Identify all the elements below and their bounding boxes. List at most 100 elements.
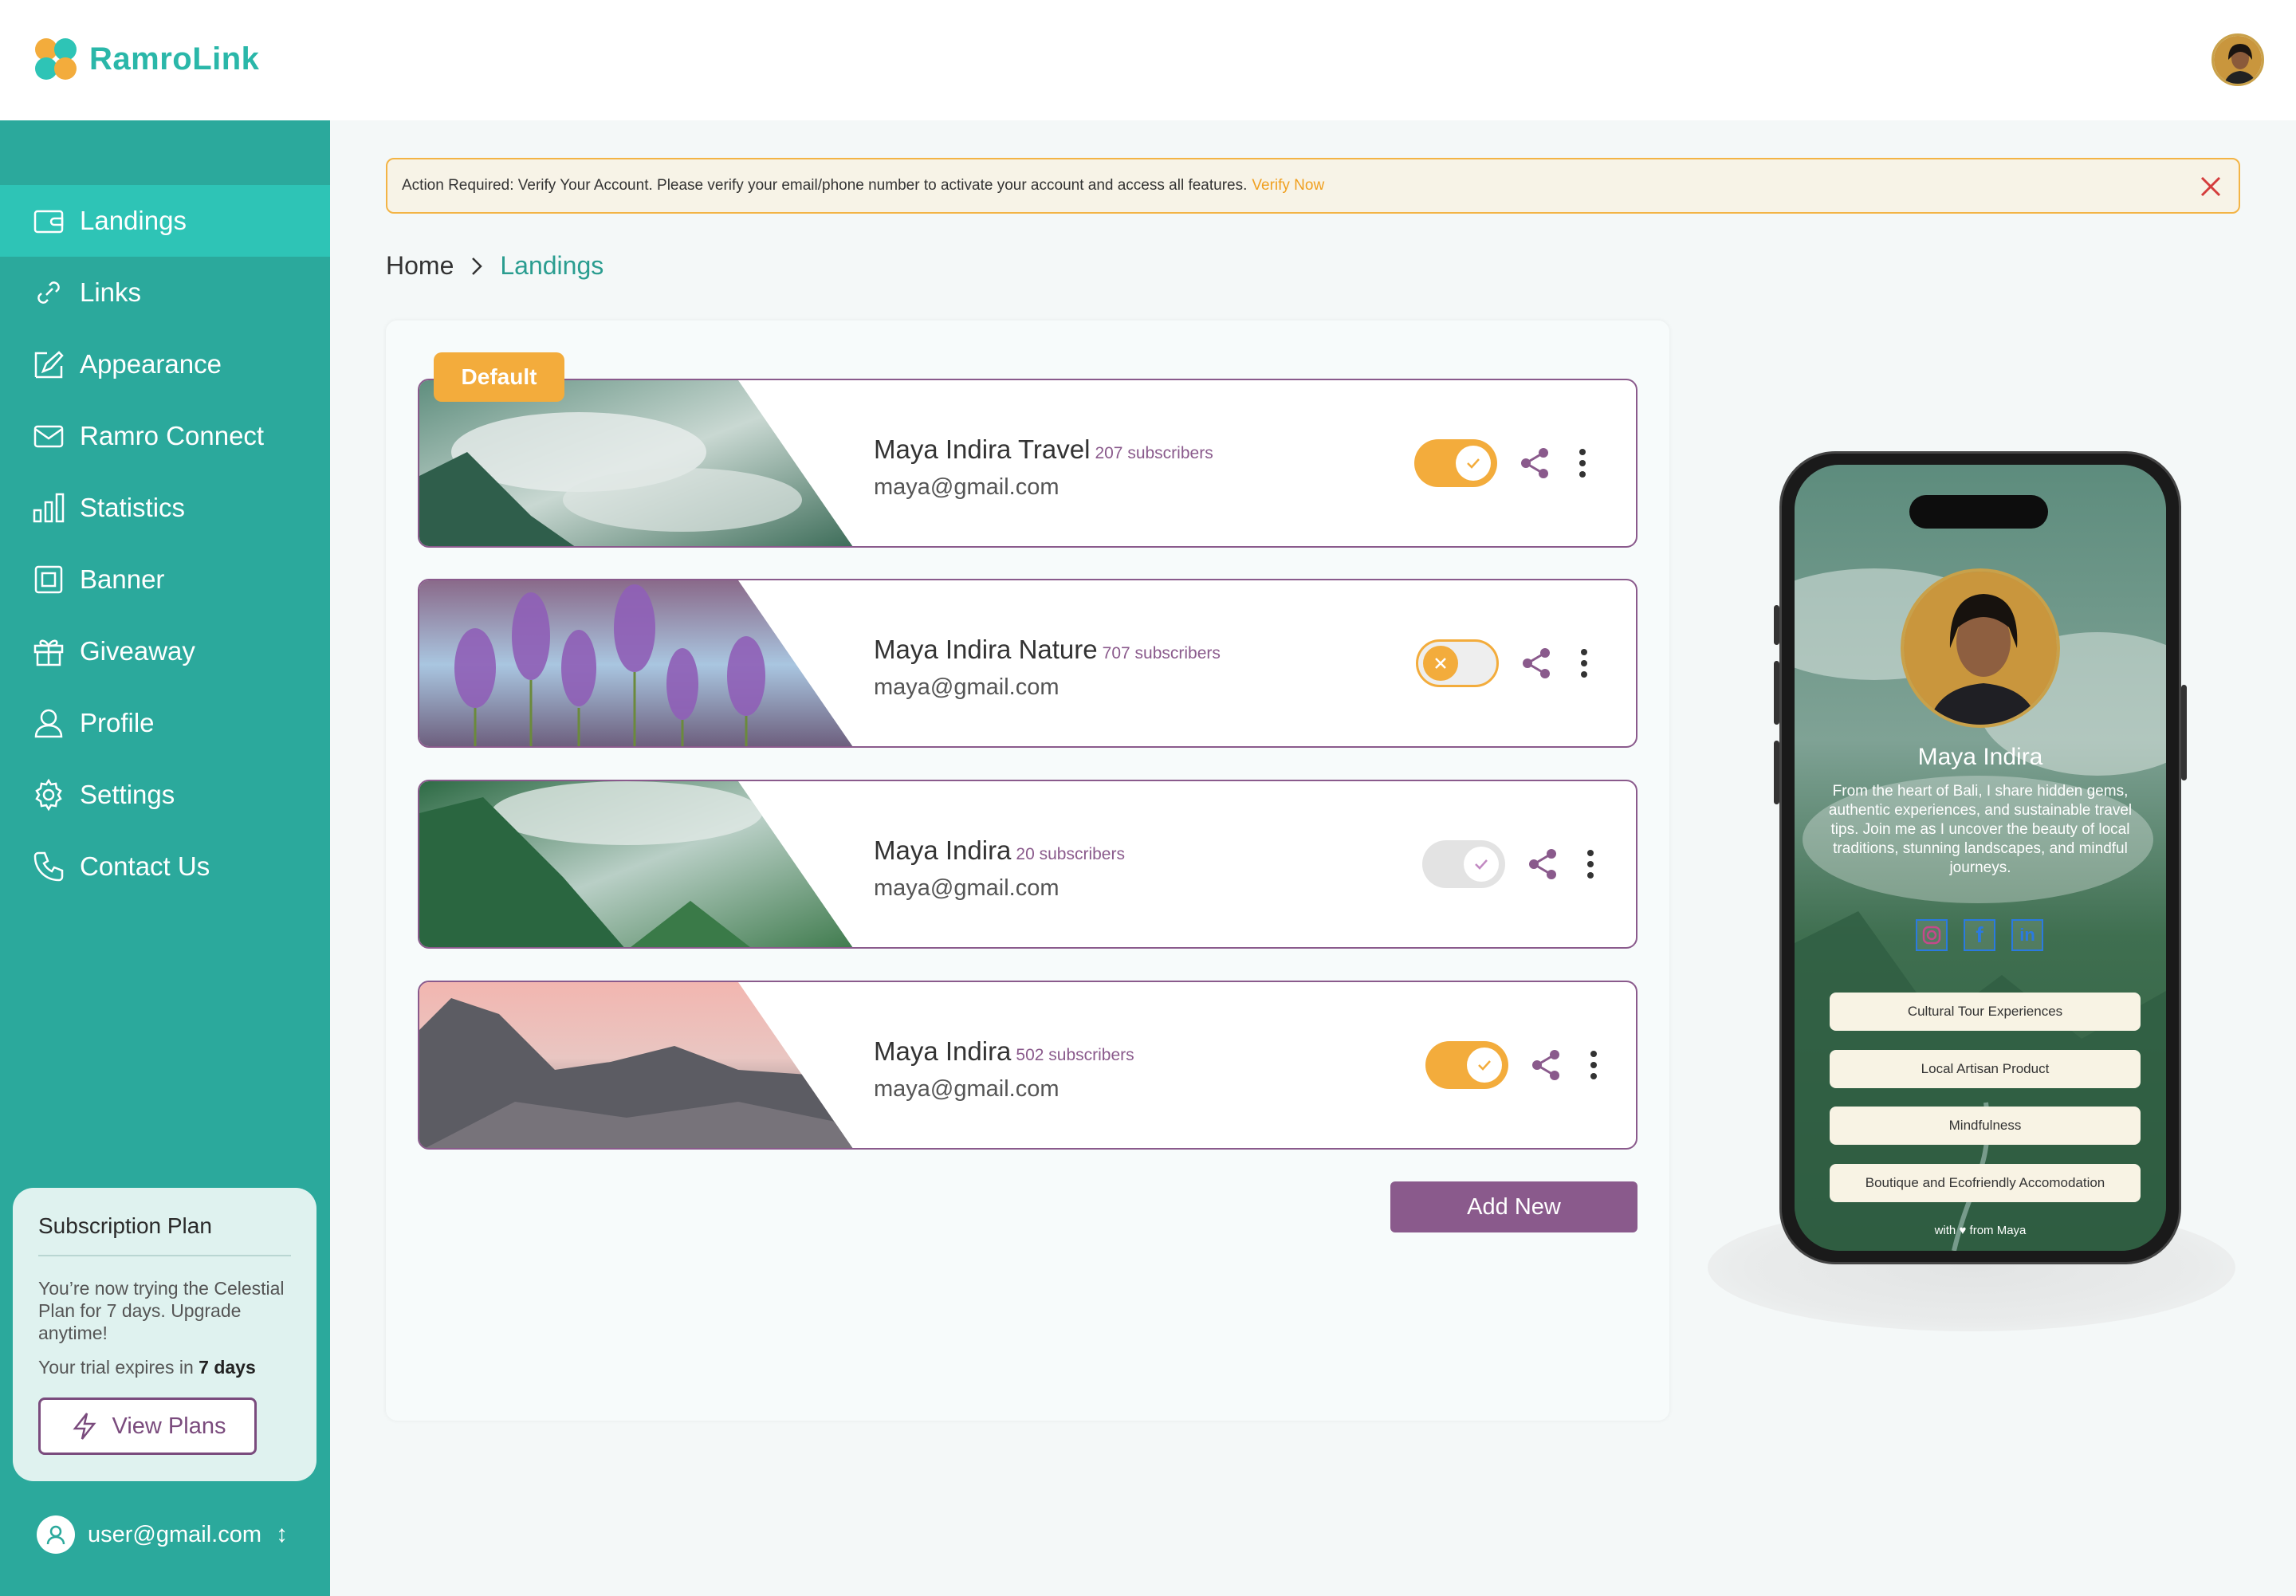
subscriber-count: 707 subscribers	[1102, 644, 1221, 662]
phone-preview: Maya Indira From the heart of Bali, I sh…	[1774, 451, 2187, 1264]
footer-text-left: with	[1934, 1224, 1956, 1237]
landing-title: Maya Indira	[874, 1036, 1012, 1066]
sidebar-item-label: Profile	[80, 708, 155, 737]
sidebar-item-links[interactable]: Links	[0, 257, 330, 328]
sidebar-item-ramro-connect[interactable]: Ramro Connect	[0, 400, 330, 472]
sidebar-item-giveaway[interactable]: Giveaway	[0, 615, 330, 687]
landing-email: maya@gmail.com	[874, 1076, 1060, 1102]
landing-card[interactable]: Maya Indira 20 subscribers maya@gmail.com	[418, 780, 1637, 949]
footer-text-right: from Maya	[1969, 1224, 2027, 1237]
phone-icon	[33, 851, 64, 882]
sidebar-item-label: Statistics	[80, 493, 186, 522]
bar-chart-icon	[33, 493, 65, 523]
landing-toggle[interactable]	[1425, 1041, 1508, 1089]
account-avatar	[37, 1515, 75, 1554]
subscriber-count: 207 subscribers	[1095, 444, 1213, 462]
profile-link-button[interactable]: Local Artisan Product	[1830, 1050, 2141, 1088]
check-icon	[1464, 847, 1499, 882]
profile-link-button[interactable]: Mindfulness	[1830, 1107, 2141, 1145]
profile-name: Maya Indira	[1917, 744, 2043, 770]
app-logo[interactable]: RamroLink	[30, 33, 259, 85]
sidebar-item-label: Banner	[80, 564, 165, 594]
landing-cover-image	[419, 781, 855, 947]
account-switcher[interactable]: user@gmail.com ↕	[37, 1515, 288, 1554]
default-badge: Default	[434, 352, 564, 402]
sidebar-item-appearance[interactable]: Appearance	[0, 328, 330, 400]
sidebar: Landings Links Appearance Ramro Connect …	[0, 120, 330, 1596]
view-plans-label: View Plans	[112, 1413, 226, 1439]
landing-card[interactable]: Maya Indira Travel 207 subscribers maya@g…	[418, 379, 1637, 548]
lightning-icon	[72, 1413, 96, 1440]
landing-cover-image	[419, 580, 855, 746]
landing-name: Maya Indira Nature 707 subscribers	[874, 635, 1221, 665]
mail-icon	[33, 425, 64, 448]
wallet-icon	[33, 210, 64, 234]
sort-arrows-icon: ↕	[276, 1521, 288, 1547]
landing-card[interactable]: Maya Indira Nature 707 subscribers maya@g…	[418, 579, 1637, 748]
close-icon[interactable]	[2197, 173, 2224, 200]
landing-toggle[interactable]	[1422, 840, 1505, 888]
breadcrumb: Home Landings	[386, 251, 603, 281]
sidebar-item-label: Giveaway	[80, 636, 195, 666]
sidebar-item-landings[interactable]: Landings	[0, 185, 330, 257]
view-plans-button[interactable]: View Plans	[38, 1397, 257, 1455]
landing-title: Maya Indira Nature	[874, 635, 1098, 664]
landing-title: Maya Indira	[874, 835, 1012, 865]
check-icon	[1467, 1048, 1502, 1083]
phone-side-button	[1774, 605, 1779, 645]
breadcrumb-home[interactable]: Home	[386, 251, 454, 281]
landing-toggle[interactable]	[1414, 439, 1497, 487]
sidebar-item-label: Ramro Connect	[80, 421, 265, 450]
phone-side-button	[1774, 661, 1779, 725]
phone-screen: Maya Indira From the heart of Bali, I sh…	[1795, 465, 2166, 1251]
plan-expiry-value: 7 days	[199, 1357, 256, 1378]
gift-icon	[33, 639, 64, 666]
sidebar-item-label: Links	[80, 277, 142, 307]
plan-expiry: Your trial expires in 7 days	[38, 1357, 291, 1378]
sidebar-item-label: Settings	[80, 780, 175, 809]
share-icon[interactable]	[1518, 446, 1553, 481]
profile-bio: From the heart of Bali, I share hidden g…	[1828, 783, 2133, 876]
landing-card[interactable]: Maya Indira 502 subscribers maya@gmail.co…	[418, 981, 1637, 1150]
landing-cover-image	[419, 982, 855, 1148]
share-icon[interactable]	[1529, 1048, 1564, 1083]
landing-email: maya@gmail.com	[874, 875, 1060, 901]
phone-side-button	[1774, 741, 1779, 804]
phone-side-button	[2181, 685, 2187, 780]
link-icon	[37, 281, 60, 304]
sidebar-item-label: Landings	[80, 206, 187, 235]
account-email: user@gmail.com	[88, 1521, 261, 1547]
landing-name: Maya Indira 20 subscribers	[874, 835, 1125, 866]
share-icon[interactable]	[1526, 847, 1561, 882]
user-icon	[46, 1525, 65, 1545]
more-options-icon[interactable]	[1572, 646, 1596, 681]
user-icon	[34, 709, 63, 738]
linkedin-icon[interactable]: in	[2011, 919, 2043, 951]
sidebar-item-settings[interactable]: Settings	[0, 759, 330, 831]
profile-link-button[interactable]: Cultural Tour Experiences	[1830, 993, 2141, 1031]
app-name: RamroLink	[89, 41, 260, 77]
subscriber-count: 502 subscribers	[1016, 1046, 1134, 1064]
landing-toggle[interactable]	[1416, 639, 1499, 687]
banner-icon	[34, 565, 63, 594]
check-icon	[1456, 446, 1491, 481]
breadcrumb-current: Landings	[500, 251, 604, 280]
landing-email: maya@gmail.com	[874, 674, 1060, 700]
facebook-icon[interactable]: f	[1964, 919, 1995, 951]
sidebar-item-contact-us[interactable]: Contact Us	[0, 831, 330, 902]
instagram-icon[interactable]	[1916, 919, 1948, 951]
verify-now-link[interactable]: Verify Now	[1252, 177, 1324, 195]
landing-name: Maya Indira Travel 207 subscribers	[874, 434, 1213, 465]
clover-logo-icon	[35, 38, 77, 80]
more-options-icon[interactable]	[1582, 1048, 1606, 1083]
more-options-icon[interactable]	[1578, 847, 1602, 882]
more-options-icon[interactable]	[1571, 446, 1594, 481]
heart-icon: ♥	[1959, 1224, 1967, 1237]
sidebar-item-profile[interactable]: Profile	[0, 687, 330, 759]
sidebar-item-banner[interactable]: Banner	[0, 544, 330, 615]
sidebar-item-statistics[interactable]: Statistics	[0, 472, 330, 544]
user-avatar[interactable]	[2211, 33, 2264, 86]
profile-link-button[interactable]: Boutique and Ecofriendly Accomodation	[1830, 1164, 2141, 1202]
share-icon[interactable]	[1520, 646, 1555, 681]
add-new-button[interactable]: Add New	[1390, 1181, 1637, 1232]
